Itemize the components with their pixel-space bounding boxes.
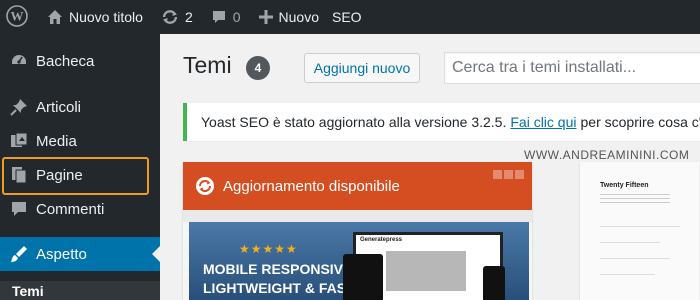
sidebar-item-label: Bacheca <box>36 52 95 70</box>
submenu-item-temi[interactable]: Temi <box>12 283 44 299</box>
sidebar-item-label: Articoli <box>36 98 82 116</box>
promo-line-1: MOBILE RESPONSIVE <box>203 261 353 277</box>
page-title: Temi <box>183 52 232 78</box>
comments-link[interactable]: 0 <box>202 0 250 34</box>
theme-count-badge: 4 <box>246 56 270 80</box>
comment-bubble-icon <box>211 9 227 25</box>
plus-icon <box>258 10 273 24</box>
social-icons <box>493 170 524 179</box>
yoast-update-notice: Yoast SEO è stato aggiornato alla versio… <box>183 103 700 141</box>
seo-label: SEO <box>332 9 362 25</box>
search-themes-input[interactable] <box>444 52 700 84</box>
sidebar-item-bacheca[interactable]: Bacheca <box>0 44 160 78</box>
sidebar-item-media[interactable]: Media <box>0 124 160 158</box>
dashboard-icon <box>0 52 36 70</box>
notice-text-after: per scoprire cosa c'è di nuovo! <box>580 114 700 130</box>
theme-name: Twenty Fifteen <box>600 182 649 189</box>
sidebar-item-label: Media <box>36 132 77 150</box>
comments-count: 0 <box>232 9 241 25</box>
promo-line-2: LIGHTWEIGHT & FAST <box>203 280 355 296</box>
theme-screenshot-2: Twenty Fifteen <box>580 162 700 300</box>
update-icon <box>195 176 215 196</box>
add-new-theme-button[interactable]: Aggiungi nuovo <box>304 53 420 83</box>
wordpress-icon: W <box>6 4 28 30</box>
theme-card-generatepress[interactable]: Aggiornamento disponibile ★★★★★ MOBILE R… <box>183 162 532 300</box>
divider <box>600 274 655 275</box>
notice-text: Yoast SEO è stato aggiornato alla versio… <box>201 114 507 130</box>
theme-card-twenty-fifteen[interactable]: Twenty Fifteen <box>580 162 700 300</box>
pin-icon <box>0 98 36 116</box>
seo-menu[interactable]: SEO <box>328 0 371 34</box>
rating-stars: ★★★★★ <box>239 242 298 256</box>
screenshot-topbar <box>183 210 532 222</box>
sidebar-item-pagine[interactable]: Pagine <box>0 158 160 192</box>
site-name: Nuovo titolo <box>69 9 143 25</box>
sidebar-item-label: Aspetto <box>36 245 87 263</box>
sidebar-item-label: Pagine <box>36 166 83 184</box>
sidebar-item-commenti[interactable]: Commenti <box>0 192 160 226</box>
theme-screenshot: ★★★★★ MOBILE RESPONSIVE LIGHTWEIGHT & FA… <box>183 210 532 300</box>
sidebar-item-aspetto[interactable]: Aspetto <box>0 237 160 271</box>
sidebar-item-articoli[interactable]: Articoli <box>0 90 160 124</box>
media-icon <box>0 132 36 150</box>
pages-icon <box>0 166 36 184</box>
update-available-bar[interactable]: Aggiornamento disponibile <box>183 162 532 210</box>
device-tablet-mockup <box>343 254 383 300</box>
home-icon <box>47 9 63 25</box>
admin-sidebar: Bacheca Articoli Media Pagine Commenti A… <box>0 34 160 300</box>
main-content: Temi 4 Aggiungi nuovo Yoast SEO è stato … <box>160 34 700 300</box>
watermark: WWW.ANDREAMININI.COM <box>524 148 690 162</box>
device-image <box>386 251 466 291</box>
appearance-submenu: Temi <box>0 281 160 300</box>
update-label: Aggiornamento disponibile <box>223 177 400 195</box>
comment-icon <box>0 200 36 218</box>
device-heading: Generatepress <box>360 237 403 243</box>
divider <box>600 258 670 259</box>
new-label: Nuovo <box>278 9 319 25</box>
updates-icon <box>161 9 179 25</box>
divider <box>600 226 680 227</box>
updates-count: 2 <box>184 9 193 25</box>
notice-link[interactable]: Fai clic qui <box>510 114 576 130</box>
theme-desc-lines <box>600 194 670 204</box>
updates-link[interactable]: 2 <box>152 0 202 34</box>
new-content-link[interactable]: Nuovo <box>250 0 328 34</box>
svg-text:W: W <box>11 8 24 23</box>
divider <box>600 242 660 243</box>
device-phone-mockup <box>483 266 505 300</box>
appearance-icon <box>0 245 36 263</box>
site-name-link[interactable]: Nuovo titolo <box>38 0 152 34</box>
wordpress-logo[interactable]: W <box>0 0 38 34</box>
admin-bar: W Nuovo titolo 2 0 Nuovo SEO <box>0 0 700 34</box>
sidebar-item-label: Commenti <box>36 200 105 218</box>
